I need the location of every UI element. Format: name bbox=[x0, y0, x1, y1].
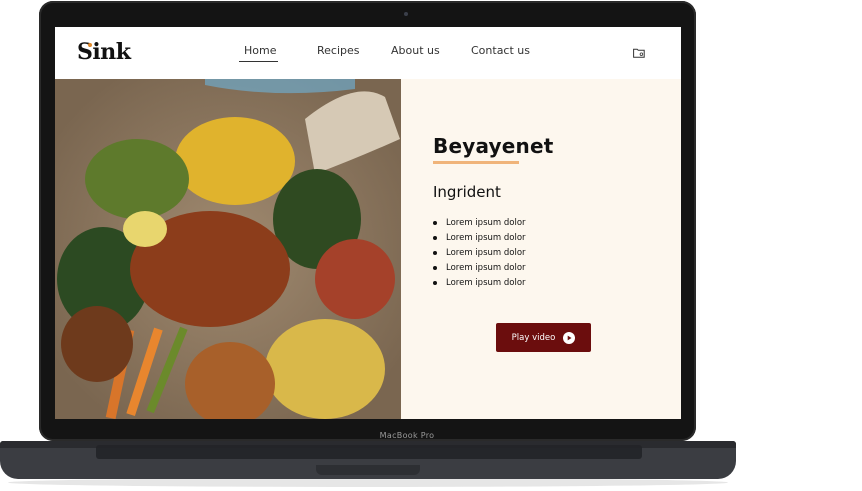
laptop-mockup: MacBook Pro Sink Home Recipes About us C… bbox=[0, 0, 862, 491]
bullet-icon bbox=[433, 236, 437, 240]
site-header: Sink Home Recipes About us Contact us bbox=[55, 27, 681, 79]
title-underline bbox=[433, 161, 519, 164]
ingredient-item: Lorem ipsum dolor bbox=[433, 277, 526, 292]
ingredients-heading: Ingrident bbox=[433, 183, 501, 201]
opening-notch bbox=[316, 465, 420, 475]
nav-about-us[interactable]: About us bbox=[391, 44, 440, 57]
laptop-base bbox=[0, 441, 736, 479]
model-label: MacBook Pro bbox=[379, 431, 435, 440]
ingredient-text: Lorem ipsum dolor bbox=[446, 263, 526, 273]
recipe-title: Beyayenet bbox=[433, 134, 554, 158]
ingredient-text: Lorem ipsum dolor bbox=[446, 278, 526, 288]
laptop-shadow bbox=[8, 478, 728, 487]
ingredient-item: Lorem ipsum dolor bbox=[433, 232, 526, 247]
folder-icon[interactable] bbox=[633, 48, 645, 58]
play-video-label: Play video bbox=[511, 332, 556, 343]
play-video-button[interactable]: Play video bbox=[496, 323, 591, 352]
bullet-icon bbox=[433, 251, 437, 255]
keyboard-edge bbox=[96, 445, 642, 459]
main-nav: Home Recipes About us Contact us bbox=[55, 44, 681, 64]
food-illustration bbox=[55, 79, 401, 419]
bullet-icon bbox=[433, 266, 437, 270]
ingredient-item: Lorem ipsum dolor bbox=[433, 217, 526, 232]
food-image bbox=[55, 79, 401, 419]
ingredient-item: Lorem ipsum dolor bbox=[433, 247, 526, 262]
play-circle-icon bbox=[563, 331, 576, 344]
ingredient-item: Lorem ipsum dolor bbox=[433, 262, 526, 277]
nav-contact-us[interactable]: Contact us bbox=[471, 44, 530, 57]
bullet-icon bbox=[433, 221, 437, 225]
laptop-screen: Sink Home Recipes About us Contact us Be… bbox=[55, 27, 681, 419]
ingredient-text: Lorem ipsum dolor bbox=[446, 248, 526, 258]
bullet-icon bbox=[433, 281, 437, 285]
ingredient-text: Lorem ipsum dolor bbox=[446, 233, 526, 243]
camera-dot bbox=[404, 12, 408, 16]
nav-active-underline bbox=[239, 61, 278, 62]
recipe-panel: Beyayenet Ingrident Lorem ipsum dolor Lo… bbox=[401, 79, 681, 419]
nav-home[interactable]: Home bbox=[244, 44, 276, 57]
nav-recipes[interactable]: Recipes bbox=[317, 44, 360, 57]
ingredient-text: Lorem ipsum dolor bbox=[446, 218, 526, 228]
ingredient-list: Lorem ipsum dolor Lorem ipsum dolor Lore… bbox=[433, 217, 526, 292]
